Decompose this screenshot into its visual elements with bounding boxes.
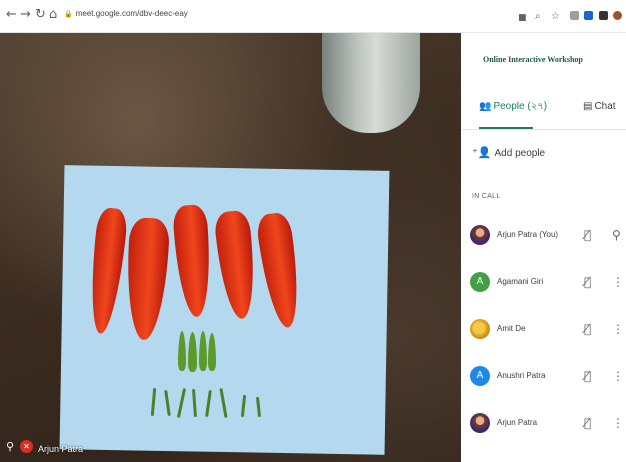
tab-divider	[461, 129, 626, 130]
pin-icon[interactable]: ⚲	[612, 227, 621, 243]
avatar	[470, 225, 490, 245]
reload-icon[interactable]: ↻	[35, 6, 46, 24]
address-bar[interactable]: 🔒 meet.google.com/dbv-deec-eay	[64, 8, 188, 20]
more-options-icon[interactable]: ⋮	[612, 368, 624, 384]
main-video[interactable]	[0, 33, 461, 462]
in-call-label: IN CALL	[472, 193, 501, 200]
browser-toolbar: ← → ↻ ⌂ 🔒 meet.google.com/dbv-deec-eay ■ …	[0, 0, 626, 33]
home-icon[interactable]: ⌂	[49, 6, 57, 24]
bookmark-star-icon[interactable]: ☆	[551, 8, 560, 26]
zoom-icon[interactable]: ⌕	[535, 8, 541, 26]
tab-people-label: People (২৭)	[493, 101, 548, 112]
more-options-icon[interactable]: ⋮	[612, 415, 624, 431]
participant-name: Arjun Patra	[497, 418, 538, 427]
mic-off-icon: 🎙̸	[584, 228, 592, 242]
participant-name: Agamani Giri	[497, 277, 544, 286]
participant-row[interactable]: Arjun Patra (You) 🎙̸ ⚲	[461, 225, 626, 255]
participant-row[interactable]: A Anushri Patra 🎙̸ ⋮	[461, 366, 626, 396]
back-icon[interactable]: ←	[6, 6, 17, 24]
more-options-icon[interactable]: ⋮	[612, 274, 624, 290]
people-icon: 👥	[479, 101, 492, 112]
lock-icon: 🔒	[64, 10, 73, 18]
tab-people[interactable]: 👥 People (২৭)	[479, 100, 547, 114]
participant-row[interactable]: Arjun Patra 🎙̸ ⋮	[461, 413, 626, 443]
participant-name: Amit De	[497, 324, 526, 333]
video-bottle	[322, 33, 420, 133]
more-options-icon[interactable]: ⋮	[612, 321, 624, 337]
mic-off-icon: 🎙̸	[584, 369, 592, 383]
participant-row[interactable]: Amit De 🎙̸ ⋮	[461, 319, 626, 349]
add-people-button[interactable]: ⁺👤 Add people	[472, 146, 545, 161]
extension-icon[interactable]	[599, 11, 608, 20]
extension-icon[interactable]	[570, 11, 579, 20]
mic-off-icon: ✕	[20, 440, 33, 453]
add-people-label: Add people	[494, 148, 546, 159]
url-text: meet.google.com/dbv-deec-eay	[75, 9, 188, 18]
people-panel: Online Interactive Workshop 👥 People (২৭)…	[461, 33, 626, 462]
camera-icon[interactable]: ■	[518, 9, 527, 27]
forward-icon[interactable]: →	[20, 6, 31, 24]
avatar: A	[470, 272, 490, 292]
avatar: A	[470, 366, 490, 386]
meeting-title: Online Interactive Workshop	[483, 55, 583, 64]
chat-icon: ▤	[583, 101, 593, 112]
profile-avatar[interactable]	[613, 11, 622, 20]
add-person-icon: ⁺👤	[472, 146, 492, 159]
pin-icon[interactable]: ⚲	[6, 440, 14, 453]
mic-off-icon: 🎙̸	[584, 275, 592, 289]
extension-icon[interactable]	[584, 11, 593, 20]
mic-off-icon: 🎙̸	[584, 416, 592, 430]
tab-chat-label: Chat	[594, 101, 616, 112]
avatar	[470, 413, 490, 433]
avatar	[470, 319, 490, 339]
participant-name: Anushri Patra	[497, 371, 546, 380]
participant-row[interactable]: A Agamani Giri 🎙̸ ⋮	[461, 272, 626, 302]
participant-name: Arjun Patra (You)	[497, 230, 559, 239]
mic-off-icon: 🎙̸	[584, 322, 592, 336]
self-name-label: Arjun Patra	[38, 444, 84, 454]
tab-chat[interactable]: ▤ Chat	[583, 100, 616, 114]
